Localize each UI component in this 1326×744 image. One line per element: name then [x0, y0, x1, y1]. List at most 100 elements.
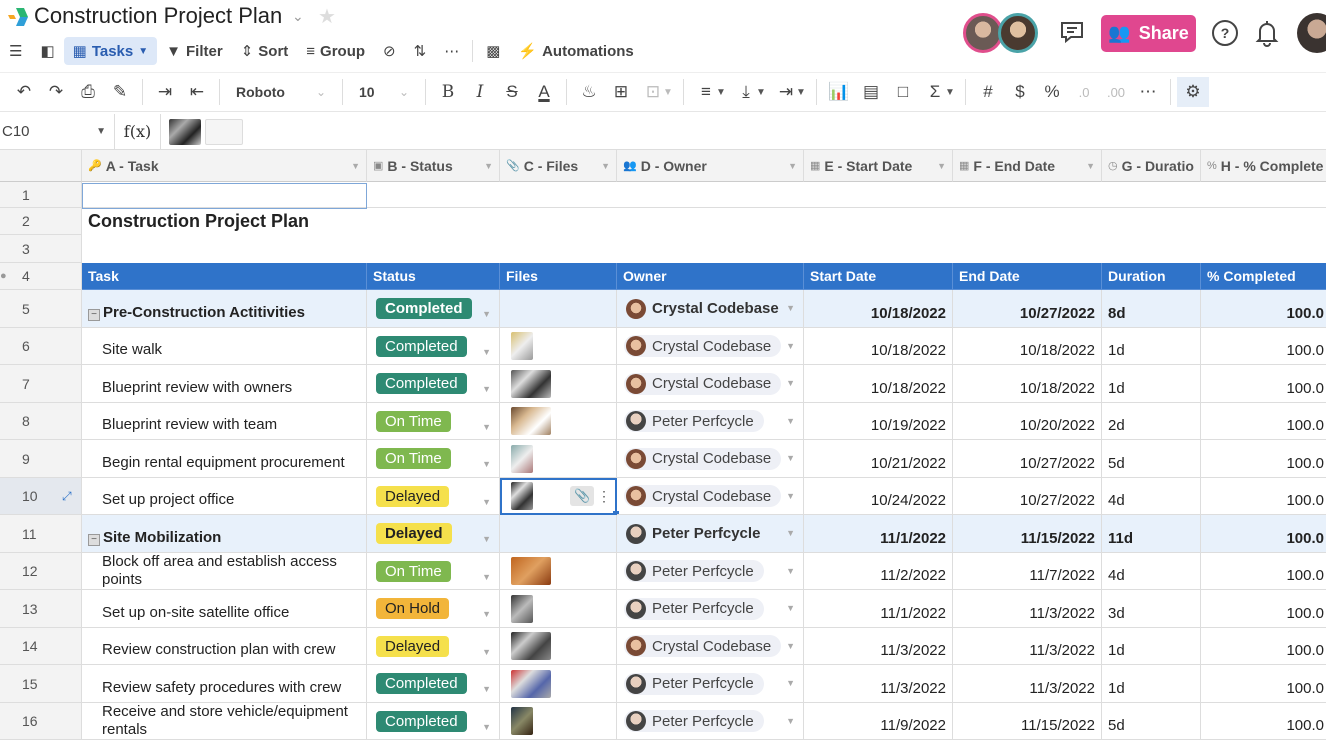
end-date-cell[interactable]: 11/3/2022	[953, 628, 1102, 665]
column-header[interactable]: ▦ F - End Date ▼	[953, 150, 1102, 182]
row-number[interactable]: 13	[0, 590, 82, 628]
caret-down-icon[interactable]: ▼	[601, 161, 610, 171]
caret-down-icon[interactable]: ▼	[756, 87, 770, 98]
percent-complete-cell[interactable]: 100.0	[1201, 328, 1326, 365]
chart-icon[interactable]: 📊	[823, 77, 855, 107]
files-cell[interactable]	[500, 703, 617, 740]
caret-down-icon[interactable]: ▼	[484, 161, 493, 171]
duration-cell[interactable]: 4d	[1102, 478, 1201, 515]
end-date-cell[interactable]: 11/15/2022	[953, 515, 1102, 553]
outdent-icon[interactable]: ⇤	[181, 77, 213, 107]
start-date-cell[interactable]: 11/1/2022	[804, 590, 953, 628]
file-thumbnail[interactable]	[511, 669, 551, 698]
paint-format-icon[interactable]: ✎	[104, 77, 136, 107]
table-header-cell[interactable]: End Date	[953, 263, 1102, 290]
caret-down-icon[interactable]: ▼	[786, 528, 795, 538]
duration-cell[interactable]: 1d	[1102, 328, 1201, 365]
task-cell[interactable]: − Pre-Construction Actitivities	[82, 290, 367, 328]
task-cell[interactable]: Receive and store vehicle/equipment rent…	[82, 703, 367, 740]
caret-down-icon[interactable]: ▼	[786, 716, 795, 726]
end-date-cell[interactable]: 10/18/2022	[953, 328, 1102, 365]
percent-complete-cell[interactable]: 100.0	[1201, 478, 1326, 515]
font-size-select[interactable]: 10 ⌄	[349, 84, 419, 100]
end-date-cell[interactable]: 11/3/2022	[953, 590, 1102, 628]
end-date-cell[interactable]: 10/18/2022	[953, 365, 1102, 403]
files-cell[interactable]	[500, 440, 617, 478]
start-date-cell[interactable]: 10/18/2022	[804, 365, 953, 403]
text-color-icon[interactable]: A	[528, 77, 560, 107]
status-cell[interactable]: Completed ▼	[367, 290, 500, 328]
automations-button[interactable]: ⚡ Automations	[509, 37, 642, 65]
end-date-cell[interactable]: 10/20/2022	[953, 403, 1102, 440]
files-cell[interactable]	[500, 290, 617, 328]
attachment-thumbnail[interactable]	[205, 118, 243, 145]
files-cell[interactable]	[500, 403, 617, 440]
duration-cell[interactable]: 5d	[1102, 440, 1201, 478]
row-number[interactable]: 16	[0, 703, 82, 740]
owner-cell[interactable]: Peter Perfcycle ▼	[617, 553, 804, 590]
status-cell[interactable]: On Hold ▼	[367, 590, 500, 628]
column-header[interactable]: ▣ B - Status ▼	[367, 150, 500, 182]
percent-complete-cell[interactable]: 100.0	[1201, 440, 1326, 478]
start-date-cell[interactable]: 11/9/2022	[804, 703, 953, 740]
task-cell[interactable]: Begin rental equipment procurement	[82, 440, 367, 478]
task-cell[interactable]: Set up project office	[82, 478, 367, 515]
caret-down-icon[interactable]: ▼	[482, 722, 491, 732]
duration-cell[interactable]: 5d	[1102, 703, 1201, 740]
table-header-cell[interactable]: % Completed	[1201, 263, 1326, 290]
owner-cell[interactable]: Crystal Codebase ▼	[617, 440, 804, 478]
row-number[interactable]: 2	[0, 208, 82, 235]
fill-color-icon[interactable]: ♨	[573, 77, 605, 107]
row-number[interactable]: 9	[0, 440, 82, 478]
row-number[interactable]: 14	[0, 628, 82, 665]
caret-down-icon[interactable]: ▼	[788, 161, 797, 171]
row-height-button[interactable]: ⇅	[405, 37, 436, 65]
table-header-cell[interactable]: Duration	[1102, 263, 1201, 290]
owner-cell[interactable]: Peter Perfcycle ▼	[617, 665, 804, 703]
caret-down-icon[interactable]: ▼	[482, 459, 491, 469]
collaborator-avatar[interactable]	[963, 13, 1003, 53]
percent-complete-cell[interactable]: 100.0	[1201, 665, 1326, 703]
caret-down-icon[interactable]: ▼	[786, 378, 795, 388]
owner-cell[interactable]: Crystal Codebase ▼	[617, 328, 804, 365]
file-thumbnail[interactable]	[511, 557, 551, 585]
status-cell[interactable]: On Time ▼	[367, 440, 500, 478]
comments-icon[interactable]	[1058, 19, 1086, 47]
file-thumbnail[interactable]	[511, 407, 551, 435]
end-date-cell[interactable]: 10/27/2022	[953, 478, 1102, 515]
task-cell[interactable]: − Site Mobilization	[82, 515, 367, 553]
row-number[interactable]: 15	[0, 665, 82, 703]
row-number[interactable]: 5	[0, 290, 82, 328]
caret-down-icon[interactable]: ▼	[482, 684, 491, 694]
status-cell[interactable]: Delayed ▼	[367, 515, 500, 553]
caret-down-icon[interactable]: ▼	[786, 491, 795, 501]
file-thumbnail[interactable]	[511, 332, 533, 360]
table-header-cell[interactable]: Start Date	[804, 263, 953, 290]
files-cell[interactable]	[500, 515, 617, 553]
start-date-cell[interactable]: 11/1/2022	[804, 515, 953, 553]
status-cell[interactable]: On Time ▼	[367, 403, 500, 440]
bold-icon[interactable]: B	[432, 77, 464, 107]
duration-cell[interactable]: 11d	[1102, 515, 1201, 553]
percent-complete-cell[interactable]: 100.0	[1201, 365, 1326, 403]
decrease-decimal-icon[interactable]: .0	[1068, 77, 1100, 107]
hide-fields-button[interactable]: ⊘	[374, 37, 405, 65]
chevron-down-icon[interactable]: ⌄	[292, 8, 304, 25]
row-number[interactable]: 11	[0, 515, 82, 553]
caret-down-icon[interactable]: ▼	[786, 453, 795, 463]
row-number[interactable]: 7	[0, 365, 82, 403]
end-date-cell[interactable]: 10/27/2022	[953, 290, 1102, 328]
sheet-title[interactable]: Construction Project Plan	[82, 208, 682, 235]
caret-down-icon[interactable]: ▼	[716, 87, 730, 98]
row-number[interactable]: 6	[0, 328, 82, 365]
expand-row-icon[interactable]: ⤢	[62, 489, 72, 504]
more-horizontal-icon[interactable]: ⋯	[1132, 77, 1164, 107]
column-header[interactable]: ▦ E - Start Date ▼	[804, 150, 953, 182]
files-cell[interactable]	[500, 665, 617, 703]
number-format-icon[interactable]: #	[972, 77, 1004, 107]
start-date-cell[interactable]: 10/19/2022	[804, 403, 953, 440]
settings-gear-icon[interactable]: ⚙	[1177, 77, 1209, 107]
task-cell[interactable]: Review construction plan with crew	[82, 628, 367, 665]
start-date-cell[interactable]: 10/18/2022	[804, 290, 953, 328]
row-number[interactable]: 10 ⤢	[0, 478, 82, 515]
